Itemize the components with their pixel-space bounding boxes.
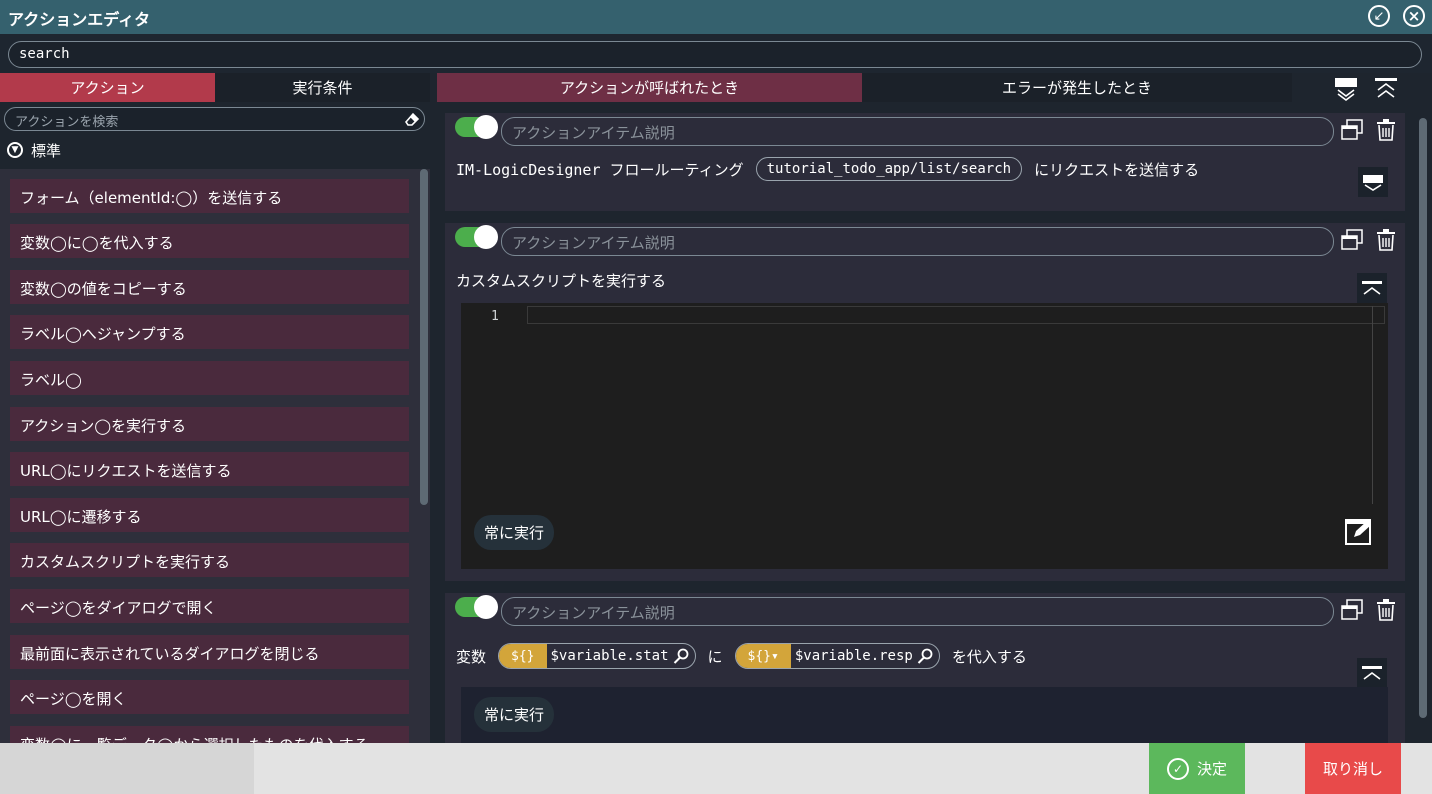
list-item[interactable]: ラベル◯ (10, 361, 409, 395)
collapse-icon[interactable] (1357, 658, 1387, 688)
ok-button[interactable]: ✓ 決定 (1149, 743, 1245, 794)
route-suffix: にリクエストを送信する (1034, 160, 1200, 179)
toggle-knob (474, 225, 498, 249)
list-item[interactable]: URL◯に遷移する (10, 498, 409, 532)
cancel-label: 取り消し (1322, 760, 1383, 778)
route-pill[interactable]: tutorial_todo_app/list/search (755, 157, 1023, 181)
list-item[interactable]: ページ◯を開く (10, 680, 409, 714)
footer: ✓ 決定 取り消し (0, 743, 1432, 794)
window-title: アクションエディタ (8, 10, 151, 29)
action-item-custom-script: アクションアイテム説明 カスタムスクリプトを実行する 1 常に実行 (445, 223, 1405, 581)
condition-badge[interactable]: 常に実行 (474, 697, 555, 732)
list-item[interactable]: 最前面に表示されているダイアログを閉じる (10, 635, 409, 669)
action-editor-main: アクションが呼ばれたとき エラーが発生したとき アクションアイテム説明 IM-L… (437, 73, 1432, 743)
name-bar: search (0, 34, 1432, 74)
action-list: フォーム（elementId:◯）を送信する 変数◯に◯を代入する 変数◯の値を… (0, 169, 430, 743)
main-scrollbar[interactable] (1419, 118, 1427, 718)
enable-toggle[interactable] (455, 225, 498, 249)
trash-icon[interactable] (1377, 229, 1395, 251)
request-line: IM-LogicDesigner フロールーティング tutorial_todo… (456, 157, 1199, 181)
enable-toggle[interactable] (455, 115, 498, 139)
minimize-icon[interactable]: ↙ (1368, 5, 1390, 27)
chevron-down-icon: ▼ (7, 142, 23, 158)
search-icon[interactable] (673, 648, 689, 664)
line-number: 1 (491, 309, 499, 324)
action-search-input[interactable]: アクションを検索 (4, 107, 425, 131)
tab-actions[interactable]: アクション (0, 73, 215, 102)
variable-target-field[interactable]: ${} $variable.stat (498, 643, 696, 669)
action-name-input[interactable]: search (8, 41, 1422, 68)
category-standard[interactable]: ▼ 標準 (0, 135, 430, 165)
trash-icon[interactable] (1377, 599, 1395, 621)
action-list-scrollbar[interactable] (420, 169, 428, 505)
list-item[interactable]: カスタムスクリプトを実行する (10, 543, 409, 577)
action-item-request: アクションアイテム説明 IM-LogicDesigner フロールーティング t… (445, 113, 1405, 211)
ok-label: 決定 (1196, 760, 1227, 778)
footer-left-area (0, 743, 254, 794)
particle-ni: に (707, 647, 723, 666)
toggle-knob (474, 115, 498, 139)
search-icon[interactable] (917, 648, 933, 664)
category-label: 標準 (31, 141, 62, 160)
list-item[interactable]: アクション◯を実行する (10, 407, 409, 441)
left-tabs: アクション 実行条件 (0, 73, 437, 102)
expression-toggle[interactable]: ${} (499, 644, 547, 668)
copy-icon[interactable] (1341, 599, 1363, 621)
assign-line: 変数 ${} $variable.stat に ${}▾ $variable.r… (456, 643, 1027, 669)
variable-source-value[interactable]: $variable.resp (791, 648, 917, 664)
eraser-icon[interactable] (404, 111, 420, 127)
script-title: カスタムスクリプトを実行する (456, 272, 667, 290)
collapse-icon[interactable] (1357, 273, 1387, 303)
edit-icon[interactable] (1345, 517, 1373, 545)
tab-on-called[interactable]: アクションが呼ばれたとき (437, 73, 862, 102)
list-item[interactable]: ページ◯をダイアログで開く (10, 589, 409, 623)
action-palette: アクション 実行条件 アクションを検索 ▼ 標準 フォーム（elementId:… (0, 73, 437, 743)
close-icon[interactable]: × (1403, 5, 1425, 27)
toggle-knob (474, 595, 498, 619)
list-item[interactable]: 変数◯の値をコピーする (10, 270, 409, 304)
expression-dropdown[interactable]: ${}▾ (735, 644, 791, 668)
expand-icon[interactable] (1358, 167, 1388, 197)
description-input[interactable]: アクションアイテム説明 (501, 227, 1334, 256)
variable-target-value[interactable]: $variable.stat (547, 648, 673, 664)
list-item[interactable]: ラベル◯へジャンプする (10, 315, 409, 349)
description-input[interactable]: アクションアイテム説明 (501, 117, 1334, 146)
collapse-all-icon[interactable] (1375, 77, 1397, 101)
condition-badge[interactable]: 常に実行 (474, 515, 555, 550)
condition-area: 常に実行 (461, 687, 1388, 743)
list-item[interactable]: 変数◯に一覧データ◯から選択したものを代入する (10, 726, 409, 743)
variable-source-field[interactable]: ${}▾ $variable.resp (734, 643, 940, 669)
action-item-assign-variable: アクションアイテム説明 変数 ${} $variable.stat に ${}▾… (445, 593, 1405, 743)
expand-all-icon[interactable] (1335, 77, 1357, 101)
trash-icon[interactable] (1377, 119, 1395, 141)
check-icon: ✓ (1166, 757, 1189, 780)
description-input[interactable]: アクションアイテム説明 (501, 597, 1334, 626)
current-line-highlight (527, 306, 1385, 324)
tab-conditions[interactable]: 実行条件 (215, 73, 430, 102)
list-item[interactable]: フォーム（elementId:◯）を送信する (10, 179, 409, 213)
list-item[interactable]: URL◯にリクエストを送信する (10, 452, 409, 486)
route-prefix: IM-LogicDesigner フロールーティング (456, 160, 744, 179)
window-titlebar: アクションエディタ ↙ × (0, 0, 1432, 34)
enable-toggle[interactable] (455, 595, 498, 619)
assign-suffix: を代入する (951, 647, 1027, 666)
cancel-button[interactable]: 取り消し (1305, 743, 1401, 794)
tab-on-error[interactable]: エラーが発生したとき (862, 73, 1292, 102)
copy-icon[interactable] (1341, 229, 1363, 251)
variable-label: 変数 (456, 647, 487, 666)
action-search-placeholder: アクションを検索 (15, 115, 119, 130)
copy-icon[interactable] (1341, 119, 1363, 141)
list-item[interactable]: 変数◯に◯を代入する (10, 224, 409, 258)
script-editor[interactable]: 1 常に実行 (461, 303, 1388, 569)
editor-scrollbar[interactable] (1372, 306, 1373, 504)
